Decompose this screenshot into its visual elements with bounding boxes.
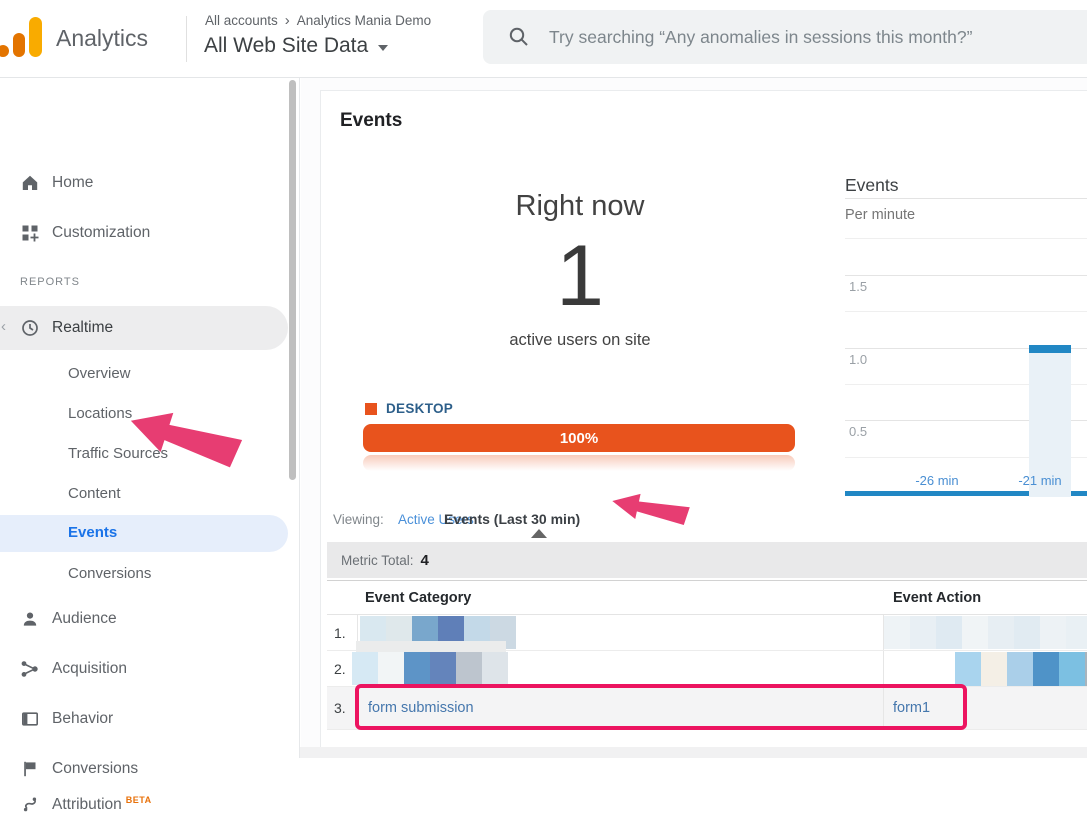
active-tab-pointer-icon — [531, 529, 547, 538]
search-input[interactable] — [549, 27, 1069, 48]
column-header-event-action[interactable]: Event Action — [893, 590, 981, 606]
search-icon — [507, 25, 531, 49]
right-now-widget: Right now 1 active users on site — [340, 190, 820, 350]
minute-bar-value-cap — [1029, 345, 1071, 353]
column-divider — [883, 651, 884, 686]
metric-total-value: 4 — [421, 552, 429, 569]
metric-total-bar: Metric Total: 4 — [327, 542, 1087, 578]
person-icon — [20, 609, 40, 629]
header-divider — [186, 16, 187, 62]
sidebar-item-attribution[interactable]: AttributionBETA — [0, 786, 300, 824]
sidebar-item-locations[interactable]: Locations — [68, 405, 132, 422]
gridline — [845, 275, 1087, 276]
breadcrumb: All accounts Analytics Mania Demo — [205, 12, 431, 29]
sidebar-item-label: Realtime — [52, 319, 113, 337]
sidebar-section-reports: REPORTS — [20, 276, 80, 288]
sidebar-item-customization[interactable]: Customization — [0, 214, 300, 252]
acquisition-icon — [20, 659, 40, 679]
app-header: Analytics All accounts Analytics Mania D… — [0, 0, 1087, 78]
sidebar-item-label: Behavior — [52, 710, 113, 728]
active-users-count: 1 — [340, 231, 820, 321]
breadcrumb-chevron-icon — [285, 12, 290, 29]
table-header-row: Event Category Event Action — [327, 580, 1087, 615]
redacted-pixelated-data — [955, 652, 1087, 686]
tab-events-last-30-min[interactable]: Events (Last 30 min) — [444, 511, 580, 527]
redacted-pixelated-data — [352, 652, 508, 685]
event-category-link[interactable]: form submission — [368, 687, 474, 729]
x-axis-tick: -21 min — [1009, 473, 1071, 488]
desktop-perc分t-bar: 100% — [363, 424, 795, 452]
sidebar-item-realtime[interactable]: Realtime — [0, 309, 300, 347]
event-action-link[interactable]: form1 — [893, 687, 930, 729]
chart-title: Events — [845, 175, 899, 196]
device-label: DESKTOP — [386, 401, 453, 416]
sidebar-item-events-highlight — [0, 515, 288, 552]
sidebar-item-content[interactable]: Content — [68, 485, 121, 502]
table-row: 3. form submission form1 — [327, 687, 1087, 730]
sidebar-item-acquisition[interactable]: Acquisition — [0, 650, 300, 688]
sidebar-item-audience[interactable]: Audience — [0, 600, 300, 638]
sidebar-item-label: Home — [52, 174, 93, 192]
sidebar-item-label: Customization — [52, 224, 150, 242]
sidebar-item-conversions-realtime[interactable]: Conversions — [68, 565, 151, 582]
row-number: 3. — [327, 687, 358, 729]
sidebar-item-label: Conversions — [52, 760, 138, 778]
sidebar-item-label: Audience — [52, 610, 117, 628]
attribution-icon — [20, 795, 40, 815]
customization-icon — [20, 223, 40, 243]
home-icon — [20, 173, 40, 193]
clock-icon — [20, 318, 40, 338]
gridline — [845, 311, 1087, 312]
metric-total-label: Metric Total: — [341, 553, 414, 568]
search-bar[interactable] — [483, 10, 1087, 64]
page-title: Events — [340, 110, 402, 132]
behavior-icon — [20, 709, 40, 729]
footer-band — [300, 747, 1087, 758]
right-now-heading: Right now — [340, 190, 820, 223]
bar-reflection — [363, 455, 795, 471]
chevron-down-icon — [378, 45, 388, 51]
sidebar-item-behavior[interactable]: Behavior — [0, 700, 300, 738]
sidebar-item-label: AttributionBETA — [52, 795, 152, 814]
y-axis-tick: 1.5 — [849, 279, 867, 294]
view-selector-label: All Web Site Data — [204, 34, 368, 58]
flag-icon — [20, 759, 40, 779]
chart-subtitle: Per minute — [845, 207, 915, 223]
google-analytics-logo-icon — [0, 14, 46, 60]
desktop-legend-swatch-icon — [365, 403, 377, 415]
sidebar-item-label: Acquisition — [52, 660, 127, 678]
breadcrumb-account-level[interactable]: All accounts — [205, 13, 278, 28]
sidebar-item-traffic-sources[interactable]: Traffic Sources — [68, 445, 168, 462]
active-users-caption: active users on site — [340, 331, 820, 350]
device-percent: 100% — [560, 430, 598, 447]
sidebar-nav: Home Customization REPORTS ‹ Realtime Ov… — [0, 78, 300, 758]
x-axis-tick: -26 min — [906, 473, 968, 488]
viewing-label: Viewing: — [333, 512, 384, 527]
gridline — [845, 238, 1087, 239]
brand-title: Analytics — [56, 25, 148, 52]
sidebar-scrollbar[interactable] — [289, 80, 296, 480]
sidebar-item-home[interactable]: Home — [0, 164, 300, 202]
redacted-pixelated-data — [884, 616, 1087, 649]
breadcrumb-property[interactable]: Analytics Mania Demo — [297, 13, 431, 28]
sidebar-item-events[interactable]: Events — [68, 524, 117, 541]
beta-badge: BETA — [126, 795, 152, 805]
chart-title-rule — [845, 198, 1087, 199]
device-legend: DESKTOP — [365, 401, 453, 416]
row-number: 1. — [327, 615, 358, 650]
sidebar-item-overview[interactable]: Overview — [68, 365, 131, 382]
sidebar-item-conversions[interactable]: Conversions — [0, 750, 300, 788]
y-axis-tick: 1.0 — [849, 352, 867, 367]
column-divider — [883, 687, 884, 729]
column-header-event-category[interactable]: Event Category — [365, 590, 471, 606]
y-axis-tick: 0.5 — [849, 424, 867, 439]
view-selector[interactable]: All Web Site Data — [204, 34, 388, 58]
